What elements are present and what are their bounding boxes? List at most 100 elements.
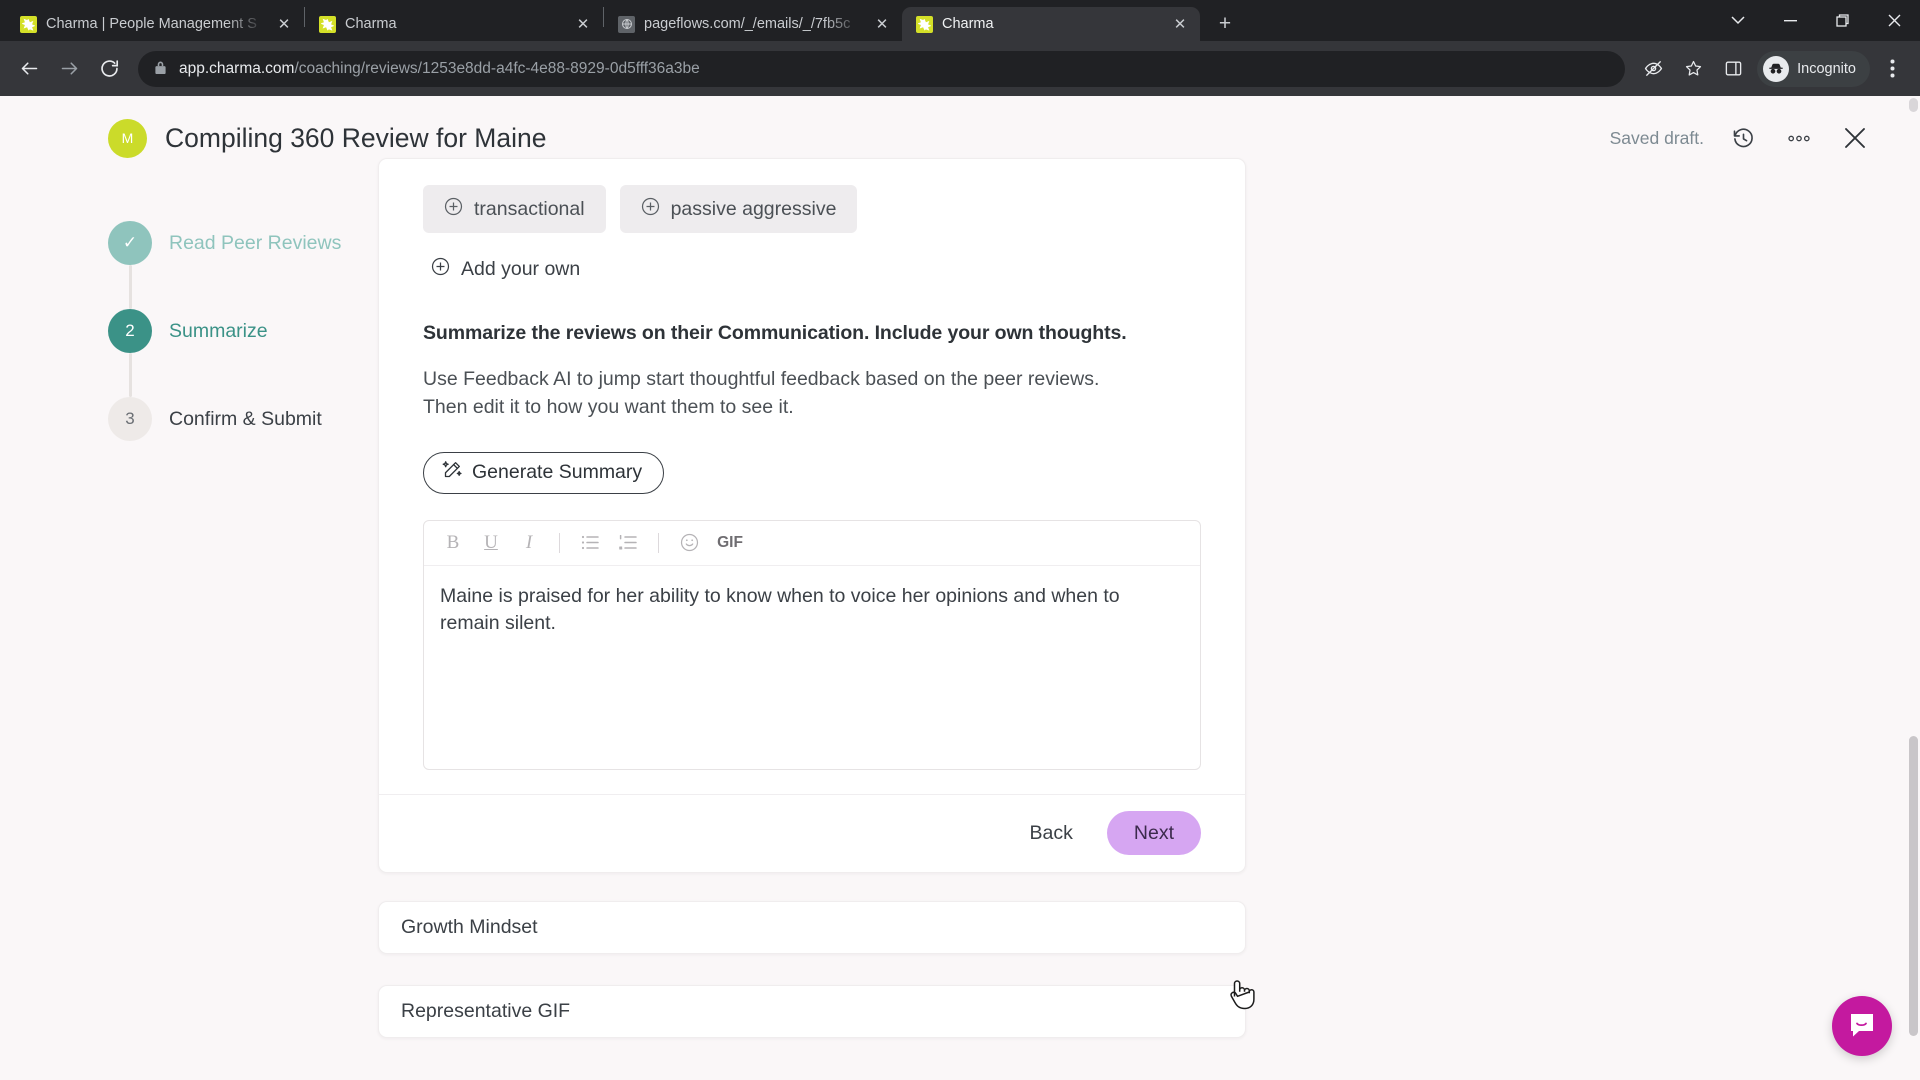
browser-tab-3-label: pageflows.com/_/emails/_/7fb5c bbox=[644, 16, 851, 32]
numbered-list-icon[interactable] bbox=[611, 527, 645, 559]
generate-summary-button[interactable]: Generate Summary bbox=[423, 451, 665, 494]
browser-tab-2[interactable]: Charma ✕ bbox=[305, 7, 603, 41]
browser-tab-1-close-icon[interactable]: ✕ bbox=[274, 14, 294, 34]
add-your-own-button[interactable]: Add your own bbox=[423, 257, 1201, 282]
tag-chip-label: transactional bbox=[474, 197, 585, 220]
page-title: Compiling 360 Review for Maine bbox=[165, 122, 547, 153]
browser-toolbar: app.charma.com/coaching/reviews/1253e8dd… bbox=[0, 41, 1920, 96]
italic-icon[interactable]: I bbox=[512, 527, 546, 559]
emoji-icon[interactable] bbox=[672, 527, 706, 559]
tag-chip-passive-aggressive[interactable]: passive aggressive bbox=[619, 185, 858, 233]
more-options-icon[interactable] bbox=[1782, 121, 1816, 155]
collapsed-section-label: Growth Mindset bbox=[401, 915, 538, 938]
generate-summary-label: Generate Summary bbox=[472, 461, 643, 484]
summary-editor[interactable]: B U I GIF Maine is praised for her abili… bbox=[423, 519, 1201, 770]
page-content: ✓ Read Peer Reviews 2 Summarize 3 Confir… bbox=[0, 158, 1920, 1080]
prompt-question: Summarize the reviews on their Communica… bbox=[423, 322, 1127, 344]
step-1-check-icon: ✓ bbox=[108, 221, 152, 265]
toolbar-divider bbox=[658, 532, 659, 553]
avatar: M bbox=[108, 118, 147, 158]
back-button[interactable]: Back bbox=[1010, 812, 1093, 855]
url-path: /coaching/reviews/1253e8dd-a4fc-4e88-892… bbox=[294, 59, 700, 77]
bulleted-list-icon[interactable] bbox=[573, 527, 607, 559]
bookmark-star-icon[interactable] bbox=[1675, 51, 1711, 87]
plus-circle-icon bbox=[641, 197, 660, 222]
browser-tab-4-label: Charma bbox=[942, 16, 994, 32]
summary-editor-content[interactable]: Maine is praised for her ability to know… bbox=[424, 566, 1200, 769]
side-panel-icon[interactable] bbox=[1715, 51, 1751, 87]
magic-wand-icon bbox=[442, 459, 463, 486]
charma-star-icon bbox=[319, 15, 336, 33]
chat-bubble-smile-icon bbox=[1851, 1014, 1873, 1037]
bold-icon[interactable]: B bbox=[436, 527, 470, 559]
collapsed-section-representative-gif[interactable]: Representative GIF bbox=[378, 984, 1246, 1038]
charma-star-icon bbox=[916, 15, 933, 33]
tab-strip: Charma | People Management S ✕ Charma ✕ … bbox=[0, 0, 1920, 41]
window-controls bbox=[1712, 0, 1920, 41]
browser-tab-4-active[interactable]: Charma ✕ bbox=[902, 7, 1200, 41]
back-navigation-icon[interactable] bbox=[10, 50, 48, 88]
stepper-item-read-peer-reviews[interactable]: ✓ Read Peer Reviews bbox=[108, 221, 378, 265]
prompt-help-line-2: Then edit it to how you want them to see… bbox=[423, 396, 794, 419]
url-domain: app.charma.com bbox=[179, 59, 295, 77]
step-1-label: Read Peer Reviews bbox=[169, 231, 342, 254]
tag-chip-transactional[interactable]: transactional bbox=[423, 185, 606, 233]
card-footer: Back Next bbox=[379, 793, 1245, 872]
third-party-cookie-blocked-icon[interactable] bbox=[1635, 51, 1671, 87]
toolbar-divider bbox=[559, 532, 560, 553]
review-stepper: ✓ Read Peer Reviews 2 Summarize 3 Confir… bbox=[108, 180, 378, 1080]
stepper-connector bbox=[129, 353, 132, 397]
history-icon[interactable] bbox=[1726, 121, 1760, 155]
tag-chip-list: transactional passive aggressive bbox=[423, 185, 1201, 233]
vertical-scrollbar-thumb[interactable] bbox=[1909, 736, 1918, 1036]
reload-icon[interactable] bbox=[90, 50, 128, 88]
collapsed-section-growth-mindset[interactable]: Growth Mindset bbox=[378, 900, 1246, 954]
incognito-profile-button[interactable]: Incognito bbox=[1757, 50, 1870, 87]
toolbar-actions: Incognito bbox=[1635, 50, 1910, 87]
browser-tab-3-close-icon[interactable]: ✕ bbox=[872, 14, 892, 34]
tab-search-chevron-down-icon[interactable] bbox=[1712, 0, 1764, 41]
editor-toolbar: B U I GIF bbox=[424, 521, 1200, 566]
main-column: transactional passive aggressive Add you… bbox=[378, 158, 1266, 1080]
browser-window: Charma | People Management S ✕ Charma ✕ … bbox=[0, 0, 1920, 1080]
summarize-card-body: transactional passive aggressive Add you… bbox=[379, 159, 1245, 770]
close-icon[interactable] bbox=[1838, 121, 1872, 155]
incognito-icon bbox=[1763, 55, 1790, 82]
intercom-chat-launcher[interactable] bbox=[1832, 996, 1892, 1056]
header-actions: Saved draft. bbox=[1610, 121, 1872, 155]
summarize-card: transactional passive aggressive Add you… bbox=[378, 158, 1246, 873]
stepper-connector bbox=[129, 265, 132, 309]
globe-icon bbox=[618, 15, 635, 33]
address-bar[interactable]: app.charma.com/coaching/reviews/1253e8dd… bbox=[138, 50, 1626, 87]
address-bar-url: app.charma.com/coaching/reviews/1253e8dd… bbox=[179, 60, 700, 78]
plus-circle-icon bbox=[444, 197, 463, 222]
gif-icon[interactable]: GIF bbox=[710, 527, 750, 559]
step-3-number: 3 bbox=[108, 397, 152, 441]
underline-icon[interactable]: U bbox=[474, 527, 508, 559]
charma-star-icon bbox=[20, 15, 37, 33]
step-3-label: Confirm & Submit bbox=[169, 407, 322, 430]
page-viewport: M Compiling 360 Review for Maine Saved d… bbox=[0, 96, 1920, 1080]
window-minimize-icon[interactable] bbox=[1764, 0, 1816, 41]
next-button[interactable]: Next bbox=[1106, 811, 1201, 856]
forward-navigation-icon[interactable] bbox=[50, 50, 88, 88]
step-2-label: Summarize bbox=[169, 319, 268, 342]
tag-chip-label: passive aggressive bbox=[670, 197, 837, 220]
stepper-item-summarize[interactable]: 2 Summarize bbox=[108, 309, 378, 353]
browser-menu-icon[interactable] bbox=[1874, 51, 1910, 87]
browser-tab-4-close-icon[interactable]: ✕ bbox=[1170, 14, 1190, 34]
plus-circle-icon bbox=[431, 257, 450, 282]
new-tab-button[interactable]: + bbox=[1208, 9, 1242, 39]
window-maximize-icon[interactable] bbox=[1816, 0, 1868, 41]
browser-tab-2-close-icon[interactable]: ✕ bbox=[573, 14, 593, 34]
stepper-item-confirm-submit[interactable]: 3 Confirm & Submit bbox=[108, 397, 378, 441]
browser-tab-1[interactable]: Charma | People Management S ✕ bbox=[6, 7, 304, 41]
browser-tab-3[interactable]: pageflows.com/_/emails/_/7fb5c ✕ bbox=[604, 7, 902, 41]
browser-tab-1-label: Charma | People Management S bbox=[46, 16, 257, 32]
window-close-icon[interactable] bbox=[1868, 0, 1920, 41]
add-your-own-label: Add your own bbox=[461, 258, 581, 280]
prompt-help-line-1: Use Feedback AI to jump start thoughtful… bbox=[423, 368, 1100, 390]
step-2-number: 2 bbox=[108, 309, 152, 353]
saved-draft-status: Saved draft. bbox=[1609, 127, 1704, 148]
vertical-scrollbar[interactable] bbox=[1906, 96, 1920, 1080]
